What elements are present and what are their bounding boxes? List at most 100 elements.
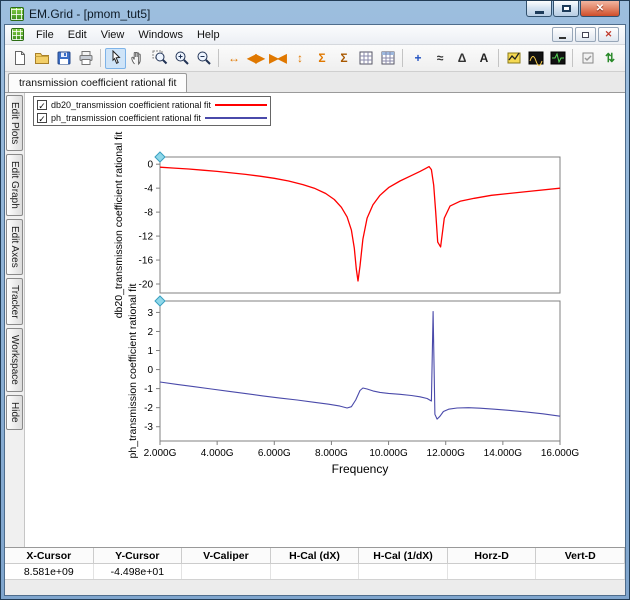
legend-checkbox[interactable]: ✓ (37, 113, 47, 123)
add-marker-button[interactable]: + (407, 48, 428, 69)
checkbox-tool-button[interactable] (577, 48, 598, 69)
toolbar: ↔◀▶▶◀↕ΣΣ+≈ΔA⇅⇄Layout (5, 45, 625, 72)
svg-text:0: 0 (147, 365, 153, 376)
toolbar-separator (572, 49, 573, 67)
waveform-view-button[interactable] (547, 48, 568, 69)
toolbar-separator (100, 49, 101, 67)
side-tab-hide[interactable]: Hide (6, 395, 23, 430)
edit-curve-button[interactable]: ≈ (429, 48, 450, 69)
side-tab-edit-graph[interactable]: Edit Graph (6, 154, 23, 216)
svg-text:-1: -1 (144, 384, 153, 395)
side-tab-workspace[interactable]: Workspace (6, 328, 23, 392)
close-icon: ✕ (596, 3, 604, 14)
app-window: EM.Grid - [pmom_tut5] ✕ FileEditViewWind… (0, 0, 630, 600)
svg-text:ph_transmission coefficient ra: ph_transmission coefficient rational fit (127, 283, 139, 458)
svg-text:10.000G: 10.000G (369, 448, 408, 459)
minimize-button[interactable] (526, 1, 552, 17)
new-button[interactable] (9, 48, 30, 69)
status-value-1: -4.498e+01 (94, 564, 183, 579)
chart-canvas[interactable]: 0-4-8-12-16-20db20_transmission coeffici… (110, 145, 590, 485)
svg-text:14.000G: 14.000G (484, 448, 523, 459)
svg-text:8.000G: 8.000G (315, 448, 348, 459)
svg-text:0: 0 (147, 160, 153, 171)
side-tab-strip: Edit Plots Edit Graph Edit Axes Tracker Work… (5, 93, 24, 547)
status-value-6 (536, 564, 625, 579)
open-button[interactable] (31, 48, 52, 69)
side-tab-label: Hide (9, 402, 20, 423)
expand-vertical-button[interactable]: ⇅ (599, 48, 620, 69)
scroll-x-button[interactable]: ◀▶ (245, 48, 266, 69)
side-tab-label: Edit Graph (9, 161, 20, 209)
mdi-minimize-button[interactable] (552, 27, 573, 42)
tab-transmission-coefficient[interactable]: transmission coefficient rational fit (8, 73, 187, 92)
svg-text:-3: -3 (144, 422, 153, 433)
maximize-icon (562, 5, 571, 12)
svg-text:1: 1 (147, 346, 153, 357)
window-body: FileEditViewWindowsHelp ✕ ↔◀▶▶◀↕ΣΣ+≈ΔA⇅⇄… (4, 24, 626, 596)
full-scale-y-button[interactable]: ↕ (289, 48, 310, 69)
eye-diagram-button[interactable] (525, 48, 546, 69)
zoom-x-button[interactable]: ▶◀ (267, 48, 288, 69)
marker-style-button[interactable] (503, 48, 524, 69)
side-tab-edit-plots[interactable]: Edit Plots (6, 95, 23, 151)
zoom-in-button[interactable] (171, 48, 192, 69)
close-button[interactable]: ✕ (580, 1, 620, 17)
mdi-close-button[interactable]: ✕ (598, 27, 619, 42)
save-button[interactable] (53, 48, 74, 69)
tab-bar: transmission coefficient rational fit (5, 72, 625, 93)
svg-text:16.000G: 16.000G (541, 448, 580, 459)
delta-caliper-button[interactable]: Δ (451, 48, 472, 69)
status-header-x-cursor: X-Cursor (5, 548, 94, 564)
menu-windows[interactable]: Windows (131, 27, 190, 43)
zoom-out-button[interactable] (193, 48, 214, 69)
autoscale-y-button[interactable]: Σ (311, 48, 332, 69)
plot-area: ✓ db20_transmission coefficient rational … (24, 93, 625, 547)
menu-bar: FileEditViewWindowsHelp ✕ (5, 25, 625, 45)
cursor-status-table: X-CursorY-CursorV-CaliperH-Cal (dX)H-Cal… (5, 547, 625, 579)
autoscale-all-button[interactable]: Σ (333, 48, 354, 69)
mdi-restore-button[interactable] (575, 27, 596, 42)
grid-button[interactable] (355, 48, 376, 69)
legend-item[interactable]: ✓db20_transmission coefficient rational … (37, 98, 267, 111)
mdi-close-icon: ✕ (605, 30, 613, 39)
data-table-button[interactable] (377, 48, 398, 69)
svg-text:-12: -12 (139, 232, 154, 243)
document-icon (11, 28, 24, 41)
status-value-2 (182, 564, 271, 579)
status-value-3 (271, 564, 360, 579)
status-value-0: 8.581e+09 (5, 564, 94, 579)
side-tab-edit-axes[interactable]: Edit Axes (6, 219, 23, 275)
svg-text:4.000G: 4.000G (201, 448, 234, 459)
select-pointer-button[interactable] (105, 48, 126, 69)
panel-button[interactable] (621, 48, 626, 69)
toolbar-separator (402, 49, 403, 67)
status-header-horz-d: Horz-D (448, 548, 537, 564)
mdi-minimize-icon (559, 37, 566, 39)
legend-checkbox[interactable]: ✓ (37, 100, 47, 110)
legend-label: ph_transmission coefficient rational fit (51, 113, 201, 123)
text-label-button[interactable]: A (473, 48, 494, 69)
maximize-button[interactable] (553, 1, 579, 17)
zoom-window-button[interactable] (149, 48, 170, 69)
side-tab-tracker[interactable]: Tracker (6, 278, 23, 326)
svg-text:db20_transmission coefficient: db20_transmission coefficient rational f… (113, 132, 125, 319)
status-strip (5, 579, 625, 595)
legend-line-sample (215, 104, 267, 106)
menu-view[interactable]: View (94, 27, 132, 43)
caption-buttons: ✕ (525, 1, 620, 17)
mdi-restore-icon (582, 32, 589, 38)
pan-button[interactable] (127, 48, 148, 69)
svg-text:3: 3 (147, 308, 153, 319)
status-header-vert-d: Vert-D (536, 548, 625, 564)
status-value-4 (359, 564, 448, 579)
svg-text:-20: -20 (139, 280, 154, 291)
menu-help[interactable]: Help (190, 27, 227, 43)
menu-file[interactable]: File (29, 27, 61, 43)
menu-edit[interactable]: Edit (61, 27, 94, 43)
svg-text:-2: -2 (144, 403, 153, 414)
svg-text:Frequency: Frequency (332, 462, 389, 476)
legend-item[interactable]: ✓ ph_transmission coefficient rational fi… (37, 111, 267, 124)
print-button[interactable] (75, 48, 96, 69)
titlebar[interactable]: EM.Grid - [pmom_tut5] ✕ (4, 1, 626, 24)
full-scale-x-button[interactable]: ↔ (223, 48, 244, 69)
